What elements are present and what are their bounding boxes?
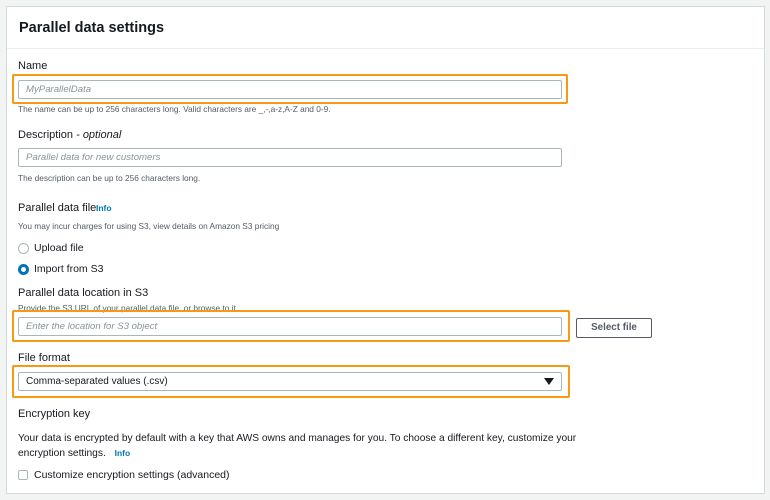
s3-location-input[interactable]: Enter the location for S3 object	[18, 317, 562, 336]
select-file-button[interactable]: Select file	[576, 318, 652, 338]
description-optional-text: - optional	[76, 129, 122, 141]
description-input[interactable]: Parallel data for new customers	[18, 148, 562, 167]
caret-down-icon	[544, 378, 554, 385]
radio-upload-file[interactable]	[18, 243, 29, 254]
name-hint: The name can be up to 256 characters lon…	[18, 104, 331, 114]
panel-title: Parallel data settings	[19, 20, 165, 36]
radio-import-from-s3[interactable]	[18, 264, 29, 275]
description-input-placeholder: Parallel data for new customers	[26, 152, 161, 163]
radio-import-from-s3-label[interactable]: Import from S3	[34, 263, 103, 275]
s3-location-input-placeholder: Enter the location for S3 object	[26, 321, 158, 332]
description-label-text: Description	[18, 129, 74, 141]
parallel-data-file-label: Parallel data file	[18, 202, 97, 214]
file-format-select[interactable]: Comma-separated values (.csv)	[18, 372, 562, 391]
file-format-selected-value: Comma-separated values (.csv)	[26, 376, 168, 387]
parallel-data-file-hint: You may incur charges for using S3, view…	[18, 221, 280, 231]
description-label: Description - optional	[18, 129, 121, 141]
encryption-info-link[interactable]: Info	[115, 448, 131, 458]
file-format-label: File format	[18, 352, 70, 364]
name-input[interactable]: MyParallelData	[18, 80, 562, 99]
name-label: Name	[18, 60, 48, 72]
radio-upload-file-label[interactable]: Upload file	[34, 242, 84, 254]
encryption-key-label: Encryption key	[18, 408, 91, 420]
name-input-placeholder: MyParallelData	[26, 84, 92, 95]
customize-encryption-checkbox[interactable]	[18, 470, 28, 480]
encryption-description: Your data is encrypted by default with a…	[18, 431, 578, 461]
parallel-data-file-info-link[interactable]: Info	[96, 203, 112, 213]
customize-encryption-checkbox-label[interactable]: Customize encryption settings (advanced)	[34, 469, 230, 481]
s3-location-label: Parallel data location in S3	[18, 287, 149, 299]
panel-header: Parallel data settings	[7, 7, 764, 49]
encryption-description-text: Your data is encrypted by default with a…	[18, 433, 577, 459]
description-hint: The description can be up to 256 charact…	[18, 173, 201, 183]
